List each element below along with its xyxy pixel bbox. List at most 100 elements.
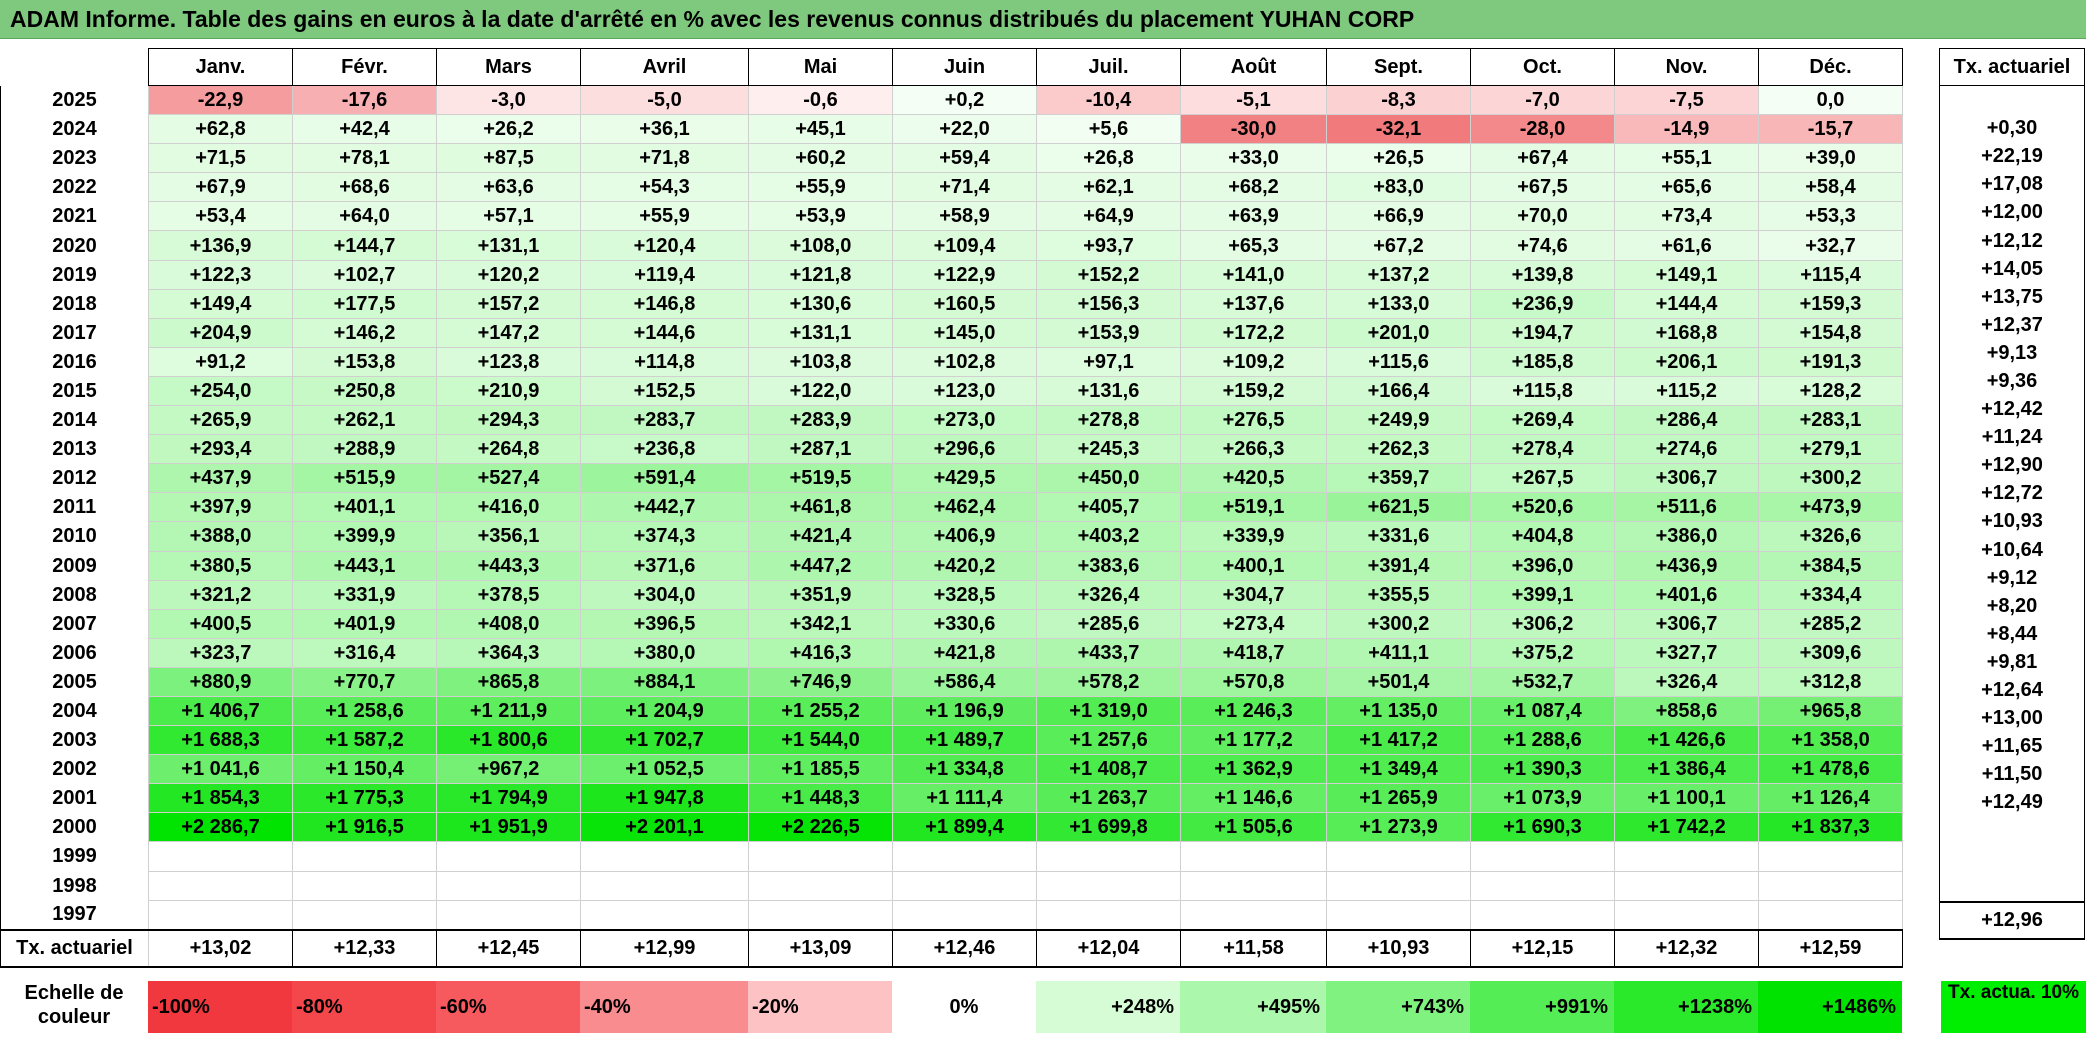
value-cell: +283,1 — [1758, 405, 1903, 436]
year-label: 2019 — [0, 260, 149, 290]
rate-cell: +10,93 — [1939, 507, 2085, 536]
value-cell: +1 951,9 — [436, 812, 581, 843]
value-cell: +144,6 — [580, 317, 749, 348]
rate-row: +12,37 — [1939, 310, 2085, 339]
value-cell: +1 386,4 — [1614, 754, 1759, 785]
rate-header-row: Tx. actuariel — [1939, 48, 2085, 86]
value-cell: +287,1 — [748, 434, 893, 465]
rate-row: +10,93 — [1939, 507, 2085, 536]
table-row: 2022 +67,9 +68,6 +63,6 +54,3 +55,9 +71,4 +62,1 +… — [0, 172, 1903, 203]
rate-row: +0,30 — [1939, 114, 2085, 143]
value-cell: +245,3 — [1036, 434, 1181, 465]
year-label: 2013 — [0, 434, 149, 464]
rate-row: +12,00 — [1939, 198, 2085, 227]
tx-actuariel-cell: +13,02 — [148, 928, 293, 968]
value-cell: +68,2 — [1180, 172, 1327, 203]
value-cell: +1 837,3 — [1758, 812, 1903, 843]
value-cell: +288,9 — [292, 434, 437, 465]
value-cell: +443,3 — [436, 550, 581, 581]
value-cell — [1180, 841, 1327, 872]
value-cell: +1 489,7 — [892, 725, 1037, 756]
year-label: 2009 — [0, 551, 149, 581]
value-cell: +401,9 — [292, 608, 437, 639]
value-cell: +1 052,5 — [580, 754, 749, 785]
value-cell: +136,9 — [148, 230, 293, 261]
value-cell: +400,5 — [148, 608, 293, 639]
value-cell: +131,1 — [748, 317, 893, 348]
value-cell: +1 699,8 — [1036, 812, 1181, 843]
value-cell: +128,2 — [1758, 375, 1903, 407]
value-cell: +36,1 — [580, 114, 749, 145]
value-cell: +1 702,7 — [580, 725, 749, 756]
value-cell: +450,0 — [1036, 463, 1181, 494]
color-scale-legend: -100% -80% -60% -40% -20% 0% +248% +495% +743% +9… — [148, 981, 1902, 1033]
value-cell: +621,5 — [1326, 492, 1471, 523]
value-cell: +359,7 — [1326, 463, 1471, 494]
value-cell: +71,4 — [892, 172, 1037, 203]
value-cell: +1 185,5 — [748, 754, 893, 785]
value-cell: +403,2 — [1036, 521, 1181, 552]
year-label: 2025 — [0, 85, 149, 115]
value-cell: +1 334,8 — [892, 754, 1037, 785]
value-cell — [1326, 899, 1471, 931]
value-cell: +114,8 — [580, 346, 749, 377]
value-cell: +1 177,2 — [1180, 725, 1327, 756]
value-cell: +331,9 — [292, 579, 437, 610]
value-cell: +1 794,9 — [436, 783, 581, 814]
value-cell: +146,8 — [580, 288, 749, 319]
value-cell: +55,1 — [1614, 143, 1759, 174]
table-row: 2020 +136,9 +144,7 +131,1 +120,4 +108,0 +109,4… — [0, 230, 1903, 261]
value-cell: +2 201,1 — [580, 812, 749, 843]
value-cell: +364,3 — [436, 637, 581, 668]
title-bar: ADAM Informe. Table des gains en euros à… — [0, 0, 2086, 39]
value-cell: +26,2 — [436, 114, 581, 145]
value-cell: +1 417,2 — [1326, 725, 1471, 756]
value-cell: +511,6 — [1614, 492, 1759, 523]
value-cell: +443,1 — [292, 550, 437, 581]
value-cell: +884,1 — [580, 666, 749, 697]
value-cell: +436,9 — [1614, 550, 1759, 581]
value-cell: +326,4 — [1614, 666, 1759, 697]
month-header: Avril — [580, 48, 749, 86]
rate-row: +13,00 — [1939, 704, 2085, 733]
value-cell: +1 362,9 — [1180, 754, 1327, 785]
value-cell: +1 087,4 — [1470, 695, 1615, 727]
value-cell: +123,0 — [892, 375, 1037, 407]
value-cell: +130,6 — [748, 288, 893, 319]
value-cell — [892, 841, 1037, 872]
rate-cell: +13,75 — [1939, 282, 2085, 311]
value-cell: +388,0 — [148, 521, 293, 552]
value-cell: +121,8 — [748, 259, 893, 290]
value-cell: +283,9 — [748, 405, 893, 436]
value-cell: -7,5 — [1614, 84, 1759, 116]
value-cell: +115,8 — [1470, 375, 1615, 407]
value-cell: +473,9 — [1758, 492, 1903, 523]
value-cell: +262,3 — [1326, 434, 1471, 465]
value-cell: +300,2 — [1326, 608, 1471, 639]
month-header: Mai — [748, 48, 893, 86]
value-cell: +1 204,9 — [580, 695, 749, 727]
rate-row — [1939, 85, 2085, 115]
value-cell: +1 146,6 — [1180, 783, 1327, 814]
value-cell: +591,4 — [580, 463, 749, 494]
value-cell: +273,0 — [892, 405, 1037, 436]
value-cell: +1 358,0 — [1758, 725, 1903, 756]
value-cell: +1 390,3 — [1470, 754, 1615, 785]
value-cell — [892, 870, 1037, 901]
value-cell: +160,5 — [892, 288, 1037, 319]
value-cell: +967,2 — [436, 754, 581, 785]
value-cell: +770,7 — [292, 666, 437, 697]
value-cell: +122,0 — [748, 375, 893, 407]
value-cell: +306,7 — [1614, 463, 1759, 494]
value-cell: +63,9 — [1180, 201, 1327, 232]
value-cell: +67,4 — [1470, 143, 1615, 174]
legend-swatch: 0% — [892, 981, 1036, 1033]
table-row: 2007 +400,5 +401,9 +408,0 +396,5 +342,1 +330,6… — [0, 608, 1903, 639]
returns-table: Janv. Févr. Mars Avril Mai Juin Juil. Août Sept.… — [0, 48, 1903, 968]
value-cell: +520,6 — [1470, 492, 1615, 523]
value-cell: +306,2 — [1470, 608, 1615, 639]
rate-cell: +22,19 — [1939, 142, 2085, 171]
rate-row: +17,08 — [1939, 170, 2085, 199]
year-label: 2015 — [0, 376, 149, 406]
value-cell: +323,7 — [148, 637, 293, 668]
